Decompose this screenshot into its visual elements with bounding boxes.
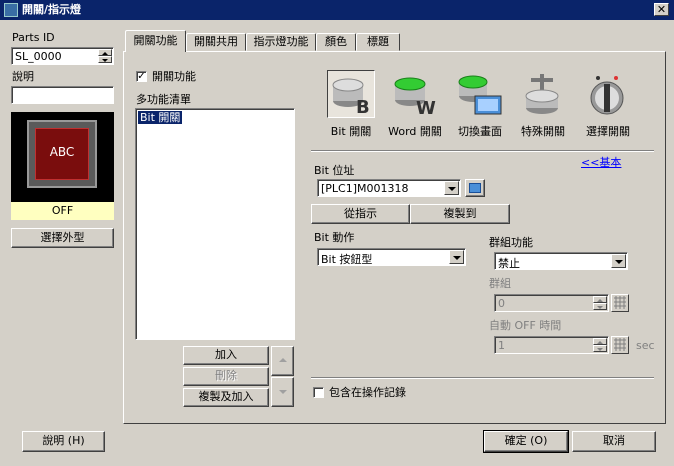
list-item[interactable]: Bit 開關: [136, 110, 184, 125]
word-switch-tool[interactable]: W: [390, 70, 438, 119]
switch-function-checkbox[interactable]: ✓: [136, 71, 147, 82]
title-bar: 開關/指示燈 ✕: [0, 0, 674, 20]
word-switch-icon: W: [394, 77, 436, 119]
change-screen-tool[interactable]: [455, 70, 503, 118]
cancel-button[interactable]: 取消: [572, 431, 656, 452]
preview-lamp: ABC: [35, 128, 89, 180]
shape-preview: ABC OFF: [11, 112, 114, 220]
bit-switch-icon: B: [332, 78, 370, 118]
group-value: 0: [498, 297, 505, 310]
group-spinner[interactable]: [593, 296, 607, 310]
group-field[interactable]: 0: [494, 294, 609, 312]
svg-text:B: B: [356, 97, 370, 117]
parts-id-label: Parts ID: [12, 31, 55, 44]
add-button[interactable]: 加入: [183, 346, 269, 365]
select-shape-button[interactable]: 選擇外型: [11, 228, 114, 248]
preview-text: ABC: [49, 145, 75, 159]
sec-unit-label: sec: [636, 339, 655, 352]
separator: [311, 150, 654, 152]
special-switch-icon: [525, 74, 559, 114]
tab-switch-function[interactable]: 開關功能: [125, 30, 186, 52]
tab-label[interactable]: 標題: [356, 33, 400, 51]
bit-address-value: [PLC1]M001318: [321, 182, 409, 195]
multi-function-list[interactable]: Bit 開關: [135, 108, 295, 340]
copy-add-button[interactable]: 複製及加入: [183, 388, 269, 407]
copy-to-button[interactable]: 複製到: [410, 204, 510, 224]
bit-action-label: Bit 動作: [314, 231, 355, 244]
selector-switch-icon: [590, 76, 624, 115]
bit-switch-tool[interactable]: B: [327, 70, 375, 118]
arrow-up-icon: [279, 358, 287, 362]
auto-off-time-value: 1: [498, 339, 505, 352]
tab-color[interactable]: 顏色: [316, 33, 356, 51]
basic-link[interactable]: <<基本: [581, 156, 621, 169]
separator: [311, 377, 654, 379]
app-icon: [4, 3, 18, 17]
help-button[interactable]: 說明 (H): [22, 431, 105, 452]
address-input-button[interactable]: [465, 179, 485, 197]
selector-switch-tool[interactable]: [584, 70, 632, 118]
move-up-button[interactable]: [271, 346, 294, 376]
window-title: 開關/指示燈: [22, 3, 82, 16]
tab-indicator-function[interactable]: 指示燈功能: [246, 33, 316, 51]
special-switch-tool-label: 特殊開關: [521, 125, 565, 138]
from-indicator-button[interactable]: 從指示: [311, 204, 410, 224]
operation-log-checkbox[interactable]: [313, 387, 324, 398]
parts-id-spinner[interactable]: [98, 49, 112, 63]
auto-off-time-label: 自動 OFF 時間: [489, 319, 562, 332]
bit-switch-tool-label: Bit 開關: [330, 125, 372, 138]
auto-off-time-field[interactable]: 1: [494, 336, 609, 354]
preview-state-label: OFF: [11, 202, 114, 220]
chevron-down-icon[interactable]: [449, 250, 464, 264]
svg-text:W: W: [416, 98, 436, 118]
ok-button[interactable]: 確定 (O): [483, 430, 569, 453]
grid-icon: [614, 338, 626, 351]
change-screen-tool-label: 切換畫面: [458, 125, 502, 138]
change-screen-icon: [458, 75, 502, 115]
close-button[interactable]: ✕: [654, 3, 669, 16]
delete-button[interactable]: 刪除: [183, 367, 269, 386]
group-function-label: 群組功能: [489, 236, 533, 249]
auto-off-grid-button[interactable]: [611, 336, 629, 354]
parts-id-field[interactable]: SL_0000: [11, 47, 114, 65]
switch-function-label: 開關功能: [152, 70, 196, 83]
move-down-button[interactable]: [271, 377, 294, 407]
preview-frame: ABC: [27, 120, 97, 188]
grid-icon: [614, 296, 626, 309]
special-switch-tool[interactable]: [519, 70, 567, 118]
keypad-icon: [469, 183, 481, 193]
operation-log-label: 包含在操作記錄: [329, 386, 406, 399]
tab-switch-common[interactable]: 開關共用: [186, 33, 246, 51]
selector-switch-tool-label: 選擇開關: [586, 125, 630, 138]
chevron-down-icon[interactable]: [611, 254, 626, 268]
parts-id-value: SL_0000: [15, 50, 62, 63]
chevron-down-icon[interactable]: [444, 181, 459, 195]
group-function-value: 禁止: [498, 257, 520, 270]
word-switch-tool-label: Word 開關: [388, 125, 442, 138]
group-function-select[interactable]: 禁止: [494, 252, 628, 270]
multi-function-list-label: 多功能清單: [136, 93, 191, 106]
group-grid-button[interactable]: [611, 294, 629, 312]
group-label: 群組: [489, 277, 511, 290]
auto-off-time-spinner[interactable]: [593, 338, 607, 352]
bit-address-label: Bit 位址: [314, 164, 355, 177]
bit-action-select[interactable]: Bit 按鈕型: [317, 248, 466, 266]
bit-address-combo[interactable]: [PLC1]M001318: [317, 179, 461, 197]
comment-field[interactable]: [11, 86, 114, 104]
comment-label: 說明: [12, 70, 34, 83]
arrow-down-icon: [279, 390, 287, 394]
bit-action-value: Bit 按鈕型: [321, 253, 373, 266]
